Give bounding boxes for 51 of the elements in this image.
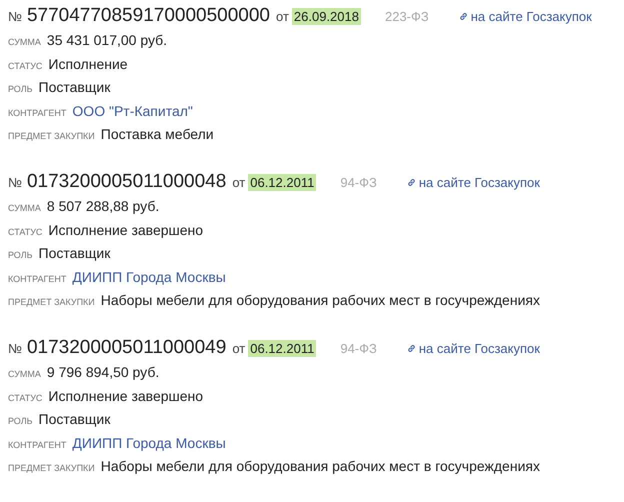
field-value: Поставщик — [38, 79, 110, 96]
link-icon — [458, 12, 468, 21]
field-value: Поставщик — [38, 411, 110, 428]
number-sign: № — [8, 340, 22, 356]
from-label: от — [232, 340, 246, 356]
contract-number: 57704770859170000500000 — [26, 5, 270, 27]
field-label: РОЛЬ — [8, 84, 33, 94]
field-label: РОЛЬ — [8, 250, 33, 260]
field-label: СУММА — [8, 368, 41, 379]
link-icon — [406, 178, 416, 187]
contract-date: 06.12.2011 — [248, 340, 316, 357]
field-label: СТАТУС — [8, 392, 42, 403]
field-label: ПРЕДМЕТ ЗАКУПКИ — [8, 297, 95, 308]
counterparty-link[interactable]: ДИИПП Города Москвы — [72, 434, 226, 451]
field-label: ПРЕДМЕТ ЗАКУПКИ — [8, 131, 95, 142]
field-value: Наборы мебели для оборудования рабочих мест в госучреждениях — [100, 458, 540, 474]
field-value: Наборы мебели для оборудования рабочих мест в госучреждениях — [100, 292, 540, 308]
field-value: Исполнение завершено — [48, 388, 204, 404]
number-sign: № — [8, 174, 22, 190]
law-label: 94-ФЗ — [340, 340, 377, 356]
from-label: от — [276, 9, 289, 24]
contract-number: 0173200005011000049 — [26, 336, 226, 359]
field-value: 9 796 894,50 руб. — [46, 364, 160, 380]
procurement-link[interactable]: на сайте Госзакупок — [406, 174, 540, 190]
law-label: 94-ФЗ — [340, 174, 377, 190]
contract-date: 06.12.2011 — [248, 174, 316, 191]
field-label: КОНТРАГЕНТ — [8, 274, 66, 284]
procurement-link[interactable]: на сайте Госзакупок — [458, 9, 592, 24]
link-icon — [406, 344, 416, 353]
from-label: от — [232, 174, 246, 190]
field-value: Исполнение — [48, 56, 128, 72]
field-label: РОЛЬ — [8, 416, 33, 426]
counterparty-link[interactable]: ДИИПП Города Москвы — [72, 268, 226, 285]
contract-number: 0173200005011000048 — [26, 170, 226, 193]
field-value: Исполнение завершено — [48, 222, 204, 238]
field-label: КОНТРАГЕНТ — [8, 108, 66, 118]
field-value: Поставка мебели — [100, 126, 214, 142]
field-label: КОНТРАГЕНТ — [8, 440, 66, 450]
number-sign: № — [8, 9, 22, 24]
field-value: 35 431 017,00 руб. — [46, 32, 168, 48]
field-label: СУММА — [8, 202, 41, 213]
field-label: СТАТУС — [8, 60, 42, 71]
field-value: Поставщик — [38, 245, 110, 262]
field-value: 8 507 288,88 руб. — [46, 198, 160, 214]
law-label: 223-ФЗ — [384, 9, 429, 24]
field-label: ПРЕДМЕТ ЗАКУПКИ — [8, 463, 95, 474]
contract-date: 26.09.2018 — [292, 8, 361, 25]
field-label: СУММА — [8, 37, 41, 47]
counterparty-link[interactable]: ООО "Рт-Капитал" — [72, 102, 193, 119]
field-label: СТАТУС — [8, 226, 42, 237]
procurement-link[interactable]: на сайте Госзакупок — [406, 340, 540, 356]
